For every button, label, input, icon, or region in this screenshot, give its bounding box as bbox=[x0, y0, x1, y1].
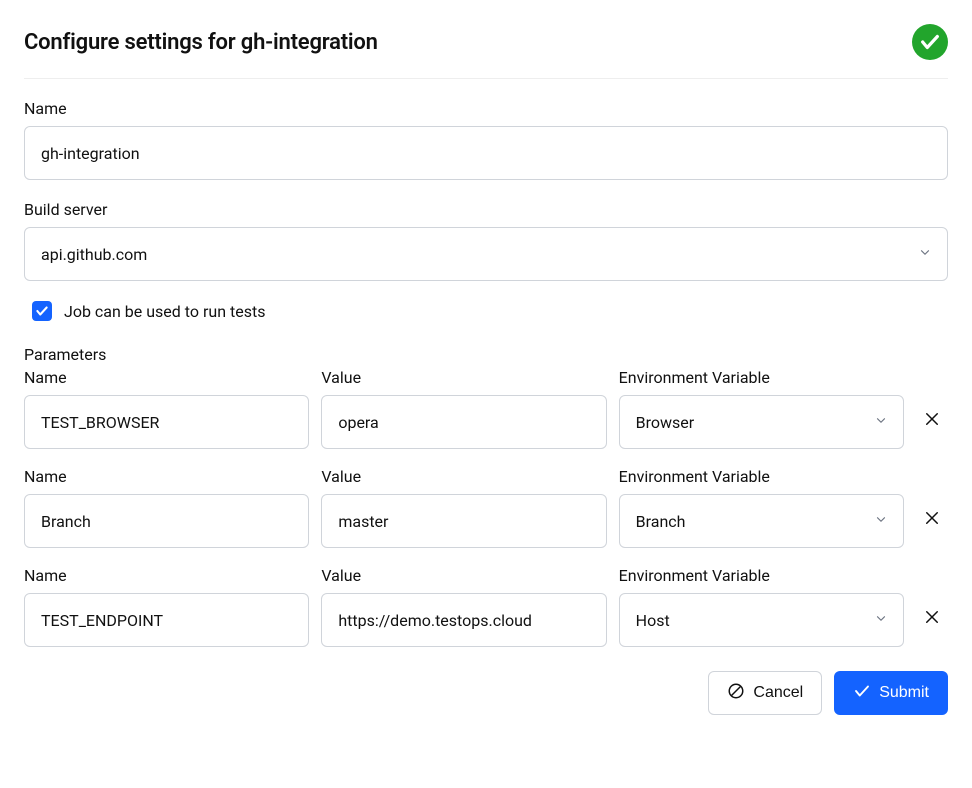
close-icon bbox=[923, 608, 941, 632]
param-name-input[interactable] bbox=[24, 494, 309, 548]
param-env-label: Environment Variable bbox=[619, 566, 904, 585]
dialog-footer: Cancel Submit bbox=[24, 671, 948, 715]
param-value-label: Value bbox=[321, 467, 606, 486]
build-server-select[interactable]: api.github.com bbox=[24, 227, 948, 281]
job-checkbox[interactable] bbox=[32, 301, 52, 321]
dialog-header: Configure settings for gh-integration bbox=[24, 24, 948, 79]
submit-button[interactable]: Submit bbox=[834, 671, 948, 715]
name-input[interactable] bbox=[24, 126, 948, 180]
remove-param-button[interactable] bbox=[916, 593, 948, 647]
param-name-input[interactable] bbox=[24, 593, 309, 647]
param-name-input[interactable] bbox=[24, 395, 309, 449]
param-value-label: Value bbox=[321, 566, 606, 585]
param-value-input[interactable] bbox=[321, 593, 606, 647]
param-row: Name Value Environment Variable Host bbox=[24, 566, 948, 647]
param-env-label: Environment Variable bbox=[619, 467, 904, 486]
param-env-label: Environment Variable bbox=[619, 368, 904, 387]
cancel-button[interactable]: Cancel bbox=[708, 671, 822, 715]
param-name-label: Name bbox=[24, 368, 309, 387]
param-value-input[interactable] bbox=[321, 395, 606, 449]
remove-param-button[interactable] bbox=[916, 395, 948, 449]
param-row: Name Value Environment Variable Branch bbox=[24, 467, 948, 548]
param-value-input[interactable] bbox=[321, 494, 606, 548]
job-checkbox-label: Job can be used to run tests bbox=[64, 302, 265, 321]
job-checkbox-row: Job can be used to run tests bbox=[32, 301, 948, 321]
submit-button-label: Submit bbox=[879, 684, 929, 702]
param-value-label: Value bbox=[321, 368, 606, 387]
build-server-field-group: Build server api.github.com bbox=[24, 200, 948, 281]
success-icon bbox=[912, 24, 948, 60]
remove-param-button[interactable] bbox=[916, 494, 948, 548]
build-server-label: Build server bbox=[24, 200, 948, 219]
param-env-select[interactable]: Branch bbox=[619, 494, 904, 548]
param-name-label: Name bbox=[24, 467, 309, 486]
name-field-group: Name bbox=[24, 99, 948, 180]
close-icon bbox=[923, 410, 941, 434]
close-icon bbox=[923, 509, 941, 533]
param-name-label: Name bbox=[24, 566, 309, 585]
param-env-select[interactable]: Host bbox=[619, 593, 904, 647]
name-label: Name bbox=[24, 99, 948, 118]
param-env-select[interactable]: Browser bbox=[619, 395, 904, 449]
param-row: Name Value Environment Variable Browser bbox=[24, 368, 948, 449]
cancel-button-label: Cancel bbox=[753, 684, 803, 702]
cancel-icon bbox=[727, 682, 745, 705]
check-icon bbox=[853, 682, 871, 705]
parameters-section-label: Parameters bbox=[24, 345, 948, 364]
page-title: Configure settings for gh-integration bbox=[24, 30, 378, 55]
